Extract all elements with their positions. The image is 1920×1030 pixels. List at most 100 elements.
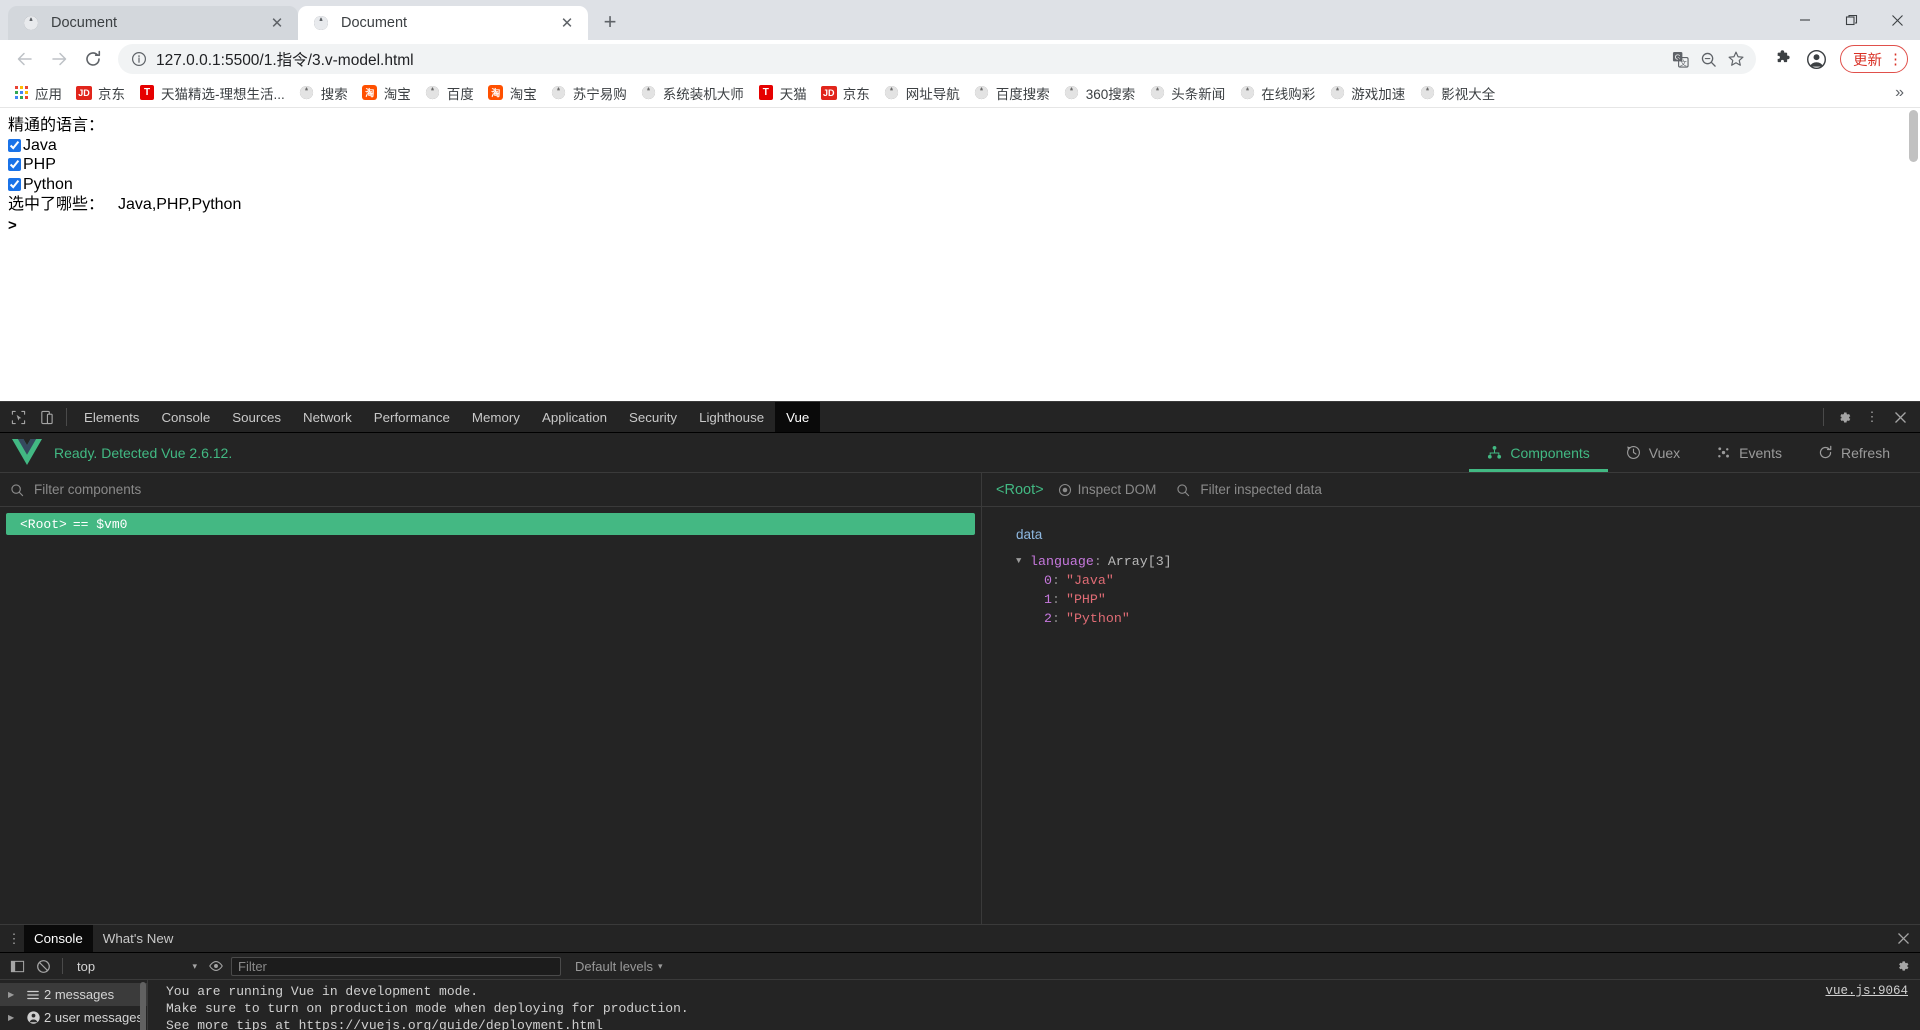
bookmark-taobao-1[interactable]: 淘 淘宝 — [355, 81, 418, 105]
bookmark-online-lottery[interactable]: 在线购彩 — [1232, 81, 1322, 105]
bookmark-star-icon[interactable] — [1722, 45, 1750, 73]
zoom-out-icon[interactable] — [1694, 45, 1722, 73]
new-tab-button[interactable]: + — [594, 6, 626, 38]
devtools-tab-security[interactable]: Security — [618, 402, 688, 432]
inspect-element-icon[interactable] — [4, 404, 32, 430]
vue-nav-refresh[interactable]: Refresh — [1800, 433, 1908, 472]
address-bar[interactable]: 127.0.0.1:5500/1.指令/3.v-model.html G文 — [118, 44, 1756, 74]
bookmark-nav-sites[interactable]: 网址导航 — [877, 81, 967, 105]
window-close-button[interactable] — [1874, 0, 1920, 40]
live-expression-icon[interactable] — [205, 955, 227, 977]
bookmark-toutiao[interactable]: 头条新闻 — [1142, 81, 1232, 105]
devtools-tab-lighthouse[interactable]: Lighthouse — [688, 402, 775, 432]
window-minimize-button[interactable] — [1782, 0, 1828, 40]
devtools-tab-network[interactable]: Network — [292, 402, 363, 432]
browser-tab-2[interactable]: Document ✕ — [298, 6, 588, 40]
bookmark-search[interactable]: 搜索 — [292, 81, 355, 105]
vue-nav-events[interactable]: Events — [1698, 433, 1800, 472]
gear-icon[interactable] — [1830, 404, 1858, 430]
bookmark-apps[interactable]: 应用 — [6, 81, 69, 105]
kebab-menu-icon[interactable]: ⋮ — [4, 931, 24, 947]
browser-tab-1[interactable]: Document ✕ — [8, 6, 298, 40]
gear-icon[interactable] — [1892, 955, 1914, 977]
browser-tab-1-close-icon[interactable]: ✕ — [266, 12, 288, 34]
devtools-tab-performance[interactable]: Performance — [363, 402, 461, 432]
bookmark-taobao-2[interactable]: 淘 淘宝 — [481, 81, 544, 105]
update-button[interactable]: 更新 ⋮ — [1840, 45, 1908, 73]
devtools-tab-console[interactable]: Console — [150, 402, 221, 432]
console-sidebar-scrollbar-thumb[interactable] — [140, 982, 146, 1030]
back-button[interactable] — [8, 42, 42, 76]
chevron-right-icon[interactable]: ▶ — [8, 1013, 22, 1022]
devtools-tab-memory[interactable]: Memory — [461, 402, 531, 432]
bookmark-suning[interactable]: 苏宁易购 — [544, 81, 634, 105]
page-scrollbar[interactable] — [1907, 108, 1920, 401]
vue-nav-vuex[interactable]: Vuex — [1608, 433, 1698, 472]
checkbox-java[interactable] — [8, 138, 21, 152]
chevron-right-icon[interactable]: ▶ — [8, 990, 22, 999]
console-log-line-text: See more tips at — [166, 1018, 299, 1030]
devtools-tab-application[interactable]: Application — [531, 402, 618, 432]
globe-icon — [1149, 85, 1165, 101]
bookmark-baidu-search[interactable]: 百度搜索 — [967, 81, 1057, 105]
console-log-source-link[interactable]: vue.js:9064 — [1825, 983, 1908, 1000]
extensions-puzzle-icon[interactable] — [1766, 43, 1798, 75]
bookmark-baidu[interactable]: 百度 — [418, 81, 481, 105]
browser-tab-2-close-icon[interactable]: ✕ — [556, 12, 578, 34]
translate-icon[interactable]: G文 — [1666, 45, 1694, 73]
device-toolbar-icon[interactable] — [32, 404, 60, 430]
bookmark-jd-2[interactable]: JD 京东 — [814, 81, 877, 105]
checkbox-python[interactable] — [8, 177, 21, 191]
bookmarks-overflow-icon[interactable]: » — [1895, 84, 1914, 102]
checkbox-row-php[interactable]: PHP — [8, 155, 1912, 175]
checkbox-row-java[interactable]: Java — [8, 136, 1912, 156]
vue-components-pane: Filter components <Root> == $vm0 — [0, 473, 982, 924]
chevron-down-icon[interactable]: ▾ — [658, 961, 663, 972]
close-icon[interactable] — [1886, 404, 1914, 430]
inspect-dom-button[interactable]: Inspect DOM — [1058, 482, 1156, 497]
drawer-close-icon[interactable] — [1897, 932, 1920, 945]
window-maximize-button[interactable] — [1828, 0, 1874, 40]
bookmark-game-accelerator[interactable]: 游戏加速 — [1322, 81, 1412, 105]
chevron-down-icon[interactable]: ▼ — [1016, 556, 1030, 566]
bookmark-360-search[interactable]: 360搜索 — [1057, 81, 1143, 105]
kebab-menu-icon[interactable]: ⋮ — [1858, 404, 1886, 430]
globe-icon — [641, 85, 657, 101]
console-log-entry-1[interactable]: You are running Vue in development mode.… — [148, 980, 1920, 1030]
bookmark-tmall-select[interactable]: T 天猫精选-理想生活... — [132, 81, 292, 105]
user-icon — [22, 1010, 44, 1025]
kebab-menu-icon[interactable]: ⋮ — [1888, 50, 1903, 68]
component-tree-row-root[interactable]: <Root> == $vm0 — [6, 513, 975, 535]
page-scrollbar-thumb[interactable] — [1909, 110, 1918, 162]
devtools-tab-sources[interactable]: Sources — [221, 402, 292, 432]
devtools-tab-elements[interactable]: Elements — [73, 402, 150, 432]
bookmark-jd-1[interactable]: JD 京东 — [69, 81, 132, 105]
console-log-link[interactable]: https://vuejs.org/guide/deployment.html — [299, 1018, 603, 1030]
console-toolbar-actions — [1892, 955, 1914, 977]
bookmark-movies[interactable]: 影视大全 — [1412, 81, 1502, 105]
bookmark-system-installer[interactable]: 系统装机大师 — [634, 81, 751, 105]
clear-console-icon[interactable] — [32, 955, 54, 977]
drawer-tab-console[interactable]: Console — [24, 925, 93, 952]
console-sidebar-messages[interactable]: ▶ 2 messages — [0, 983, 147, 1006]
console-filter-input[interactable]: Filter — [231, 956, 561, 976]
devtools-tab-vue[interactable]: Vue — [775, 402, 821, 432]
reload-button[interactable] — [76, 42, 110, 76]
profile-account-icon[interactable] — [1800, 43, 1832, 75]
chevron-down-icon[interactable]: ▾ — [192, 961, 201, 972]
console-sidebar-icon[interactable] — [6, 955, 28, 977]
info-circle-icon[interactable] — [128, 48, 150, 70]
filter-components-bar[interactable]: Filter components — [0, 473, 981, 507]
console-levels-select[interactable]: Default levels ▾ — [575, 959, 663, 974]
console-context-select[interactable]: top ▾ — [71, 959, 201, 974]
forward-button[interactable] — [42, 42, 76, 76]
drawer-tab-whats-new[interactable]: What's New — [93, 925, 184, 952]
checkbox-row-python[interactable]: Python — [8, 175, 1912, 195]
bookmark-tmall[interactable]: T 天猫 — [751, 81, 814, 105]
filter-components-input[interactable]: Filter components — [34, 482, 141, 497]
inspector-row-language[interactable]: ▼ language : Array[3] — [1016, 552, 1920, 570]
console-sidebar-user-messages[interactable]: ▶ 2 user messages — [0, 1006, 147, 1029]
filter-inspected-data-input[interactable]: Filter inspected data — [1200, 482, 1322, 497]
checkbox-php[interactable] — [8, 158, 21, 172]
vue-nav-components[interactable]: Components — [1469, 433, 1609, 472]
